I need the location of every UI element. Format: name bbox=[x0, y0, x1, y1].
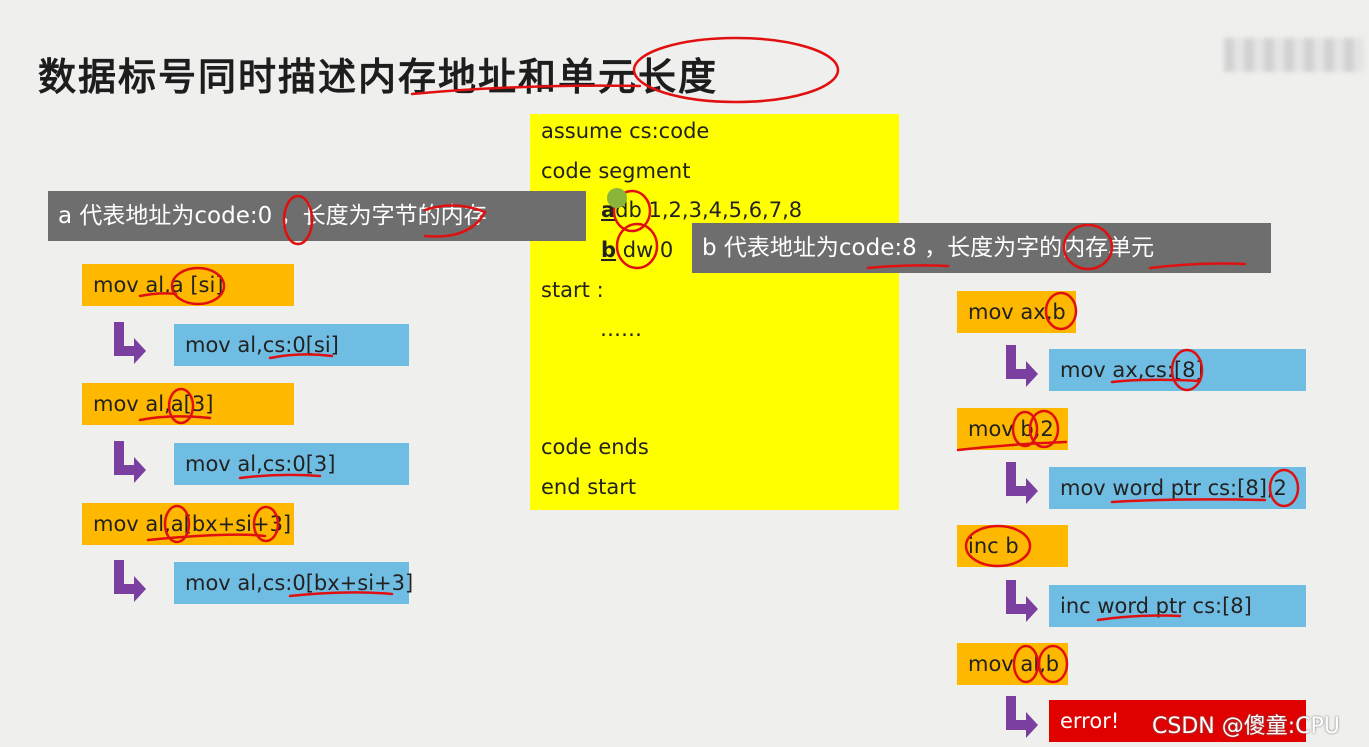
turn-right-arrow-icon bbox=[1006, 462, 1038, 504]
instr-box: mov al,b bbox=[957, 643, 1068, 685]
tooltip-a: a 代表地址为code:0 ，长度为字节的内存 bbox=[48, 191, 586, 241]
watermark: CSDN @傻童:CPU bbox=[1152, 714, 1340, 739]
turn-right-arrow-icon bbox=[114, 441, 146, 483]
translated-box: mov word ptr cs:[8],2 bbox=[1049, 467, 1306, 509]
translated-box: mov al,cs:0[si] bbox=[174, 324, 409, 366]
turn-right-arrow-icon bbox=[1006, 580, 1038, 622]
blurred-region bbox=[1224, 38, 1364, 72]
translated-box: mov al,cs:0[bx+si+3] bbox=[174, 562, 413, 604]
code-line-ellipsis: …… bbox=[600, 317, 642, 341]
turn-right-arrow-icon bbox=[1006, 345, 1038, 387]
instr-box: mov al,a[3] bbox=[82, 383, 294, 425]
code-line: end start bbox=[541, 475, 637, 499]
code-line: code ends bbox=[541, 435, 649, 459]
instr-box: mov b,2 bbox=[957, 408, 1068, 450]
code-line: code segment bbox=[541, 159, 691, 183]
label-b: b bbox=[601, 238, 617, 262]
translated-box: mov al,cs:0[3] bbox=[174, 443, 409, 485]
translated-box: inc word ptr cs:[8] bbox=[1049, 585, 1306, 627]
code-line-b: b dw 0 bbox=[601, 238, 673, 262]
code-line: assume cs:code bbox=[541, 119, 710, 143]
instr-box: inc b bbox=[957, 525, 1068, 567]
turn-right-arrow-icon bbox=[114, 560, 146, 602]
turn-right-arrow-icon bbox=[114, 322, 146, 364]
code-line-b-body: dw 0 bbox=[622, 238, 674, 262]
instr-box: mov al,a[bx+si+3] bbox=[82, 503, 294, 545]
page-title: 数据标号同时描述内存地址和单元长度 bbox=[38, 55, 719, 99]
tooltip-b: b 代表地址为code:8 ，长度为字的内存单元 bbox=[692, 223, 1271, 273]
instr-box: mov al,a [si] bbox=[82, 264, 294, 306]
code-listing: assume cs:code code segment adb 1,2,3,4,… bbox=[530, 114, 899, 510]
code-line-a: adb 1,2,3,4,5,6,7,8 bbox=[601, 198, 802, 222]
instr-box: mov ax,b bbox=[957, 291, 1076, 333]
code-line: start : bbox=[541, 278, 604, 302]
translated-box: mov ax,cs:[8] bbox=[1049, 349, 1306, 391]
code-line-a-body: db 1,2,3,4,5,6,7,8 bbox=[615, 198, 803, 222]
turn-right-arrow-icon bbox=[1006, 696, 1038, 738]
label-a: a bbox=[601, 198, 616, 222]
